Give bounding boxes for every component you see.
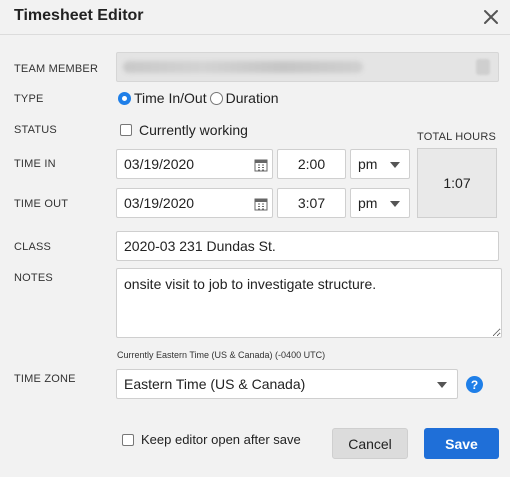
close-icon[interactable] bbox=[480, 6, 502, 28]
time-out-date-value: 03/19/2020 bbox=[124, 195, 195, 211]
help-symbol: ? bbox=[470, 377, 479, 392]
status-label: STATUS bbox=[14, 124, 57, 136]
team-member-redacted-value bbox=[123, 61, 363, 73]
class-label: CLASS bbox=[14, 241, 52, 253]
chevron-down-icon bbox=[390, 201, 400, 207]
time-in-date-value: 03/19/2020 bbox=[124, 156, 195, 172]
currently-working-field: Currently working bbox=[120, 122, 248, 138]
type-radio-group: Time In/Out Duration bbox=[118, 90, 279, 106]
duration-radio[interactable] bbox=[209, 91, 223, 105]
total-hours-label: TOTAL HOURS bbox=[417, 131, 497, 143]
chevron-down-icon bbox=[437, 382, 447, 388]
time-in-out-radio-label[interactable]: Time In/Out bbox=[134, 90, 207, 106]
title-bar: Timesheet Editor bbox=[0, 0, 510, 35]
time-out-ampm-select[interactable]: pm bbox=[350, 188, 410, 218]
time-out-time-value: 3:07 bbox=[297, 195, 326, 211]
time-out-date-input[interactable]: 03/19/2020 bbox=[116, 188, 273, 218]
time-out-ampm-value: pm bbox=[358, 195, 378, 211]
time-zone-value: Eastern Time (US & Canada) bbox=[124, 376, 306, 392]
duration-radio-label[interactable]: Duration bbox=[226, 90, 279, 106]
class-value: 2020-03 231 Dundas St. bbox=[124, 238, 276, 254]
calendar-icon[interactable] bbox=[254, 158, 268, 172]
time-in-ampm-value: pm bbox=[358, 156, 378, 172]
time-out-time-input[interactable]: 3:07 bbox=[277, 188, 346, 218]
total-hours-value-box: 1:07 bbox=[417, 148, 497, 218]
team-member-select[interactable] bbox=[116, 52, 499, 82]
notes-textarea[interactable]: onsite visit to job to investigate struc… bbox=[116, 268, 502, 338]
chevron-down-icon bbox=[390, 162, 400, 168]
notes-label: NOTES bbox=[14, 272, 53, 284]
class-input[interactable]: 2020-03 231 Dundas St. bbox=[116, 231, 499, 261]
save-button[interactable]: Save bbox=[424, 428, 499, 459]
keep-open-label[interactable]: Keep editor open after save bbox=[141, 432, 301, 447]
currently-working-checkbox[interactable] bbox=[120, 124, 132, 136]
team-member-dropdown-icon bbox=[476, 59, 490, 75]
time-zone-label: TIME ZONE bbox=[14, 373, 76, 385]
time-out-label: TIME OUT bbox=[14, 198, 69, 210]
time-in-label: TIME IN bbox=[14, 158, 56, 170]
time-zone-select[interactable]: Eastern Time (US & Canada) bbox=[116, 369, 458, 399]
time-in-date-input[interactable]: 03/19/2020 bbox=[116, 149, 273, 179]
time-in-time-value: 2:00 bbox=[297, 156, 326, 172]
total-hours-value: 1:07 bbox=[443, 175, 471, 191]
type-label: TYPE bbox=[14, 93, 44, 105]
time-in-time-input[interactable]: 2:00 bbox=[277, 149, 346, 179]
current-timezone-note: Currently Eastern Time (US & Canada) (-0… bbox=[117, 350, 326, 360]
help-icon[interactable]: ? bbox=[466, 376, 483, 393]
calendar-icon[interactable] bbox=[254, 197, 268, 211]
timesheet-editor-dialog: Timesheet Editor TEAM MEMBER TYPE Time I… bbox=[0, 0, 510, 477]
time-in-out-radio[interactable] bbox=[118, 91, 131, 105]
keep-open-field: Keep editor open after save bbox=[122, 432, 301, 447]
dialog-title: Timesheet Editor bbox=[14, 7, 144, 24]
cancel-button[interactable]: Cancel bbox=[332, 428, 408, 459]
time-in-ampm-select[interactable]: pm bbox=[350, 149, 410, 179]
team-member-label: TEAM MEMBER bbox=[14, 63, 99, 75]
keep-open-checkbox[interactable] bbox=[122, 433, 134, 446]
currently-working-label[interactable]: Currently working bbox=[139, 122, 248, 138]
